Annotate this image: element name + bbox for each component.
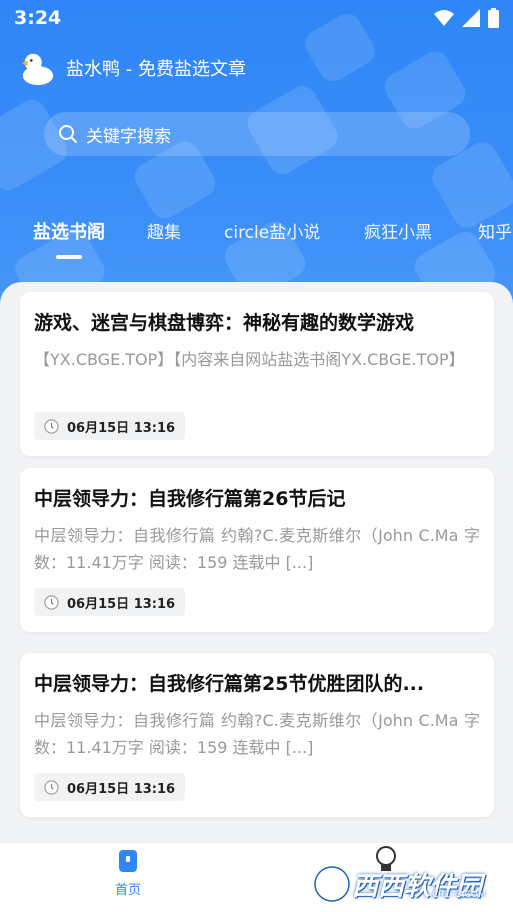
category-tabs: 盐选书阁 趣集 circle盐小说 疯狂小黑 知乎 [0, 210, 513, 260]
article-title: 中层领导力：自我修行篇第26节后记 [34, 488, 346, 510]
article-date-badge: 06月15日 13:16 [34, 588, 186, 616]
home-icon [119, 850, 137, 872]
article-list: 游戏、迷宫与棋盘博弈：神秘有趣的数学游戏 【YX.CBGE.TOP】【内容来自网… [0, 282, 513, 842]
tab-fengkuang-xiaohei[interactable]: 疯狂小黑 [364, 218, 432, 243]
article-title: 游戏、迷宫与棋盘博弈：神秘有趣的数学游戏 [34, 312, 415, 334]
article-card[interactable]: 游戏、迷宫与棋盘博弈：神秘有趣的数学游戏 【YX.CBGE.TOP】【内容来自网… [20, 292, 494, 456]
search-placeholder: 关键字搜索 [86, 126, 171, 147]
article-excerpt: 中层领导力：自我修行篇 约翰?C.麦克斯维尔（John C.Ma 字数：11.4… [34, 711, 480, 757]
duck-logo-icon [21, 53, 54, 86]
article-date: 06月15日 13:16 [67, 781, 176, 797]
article-card[interactable]: 中层领导力：自我修行篇第25节优胜团队的... 中层领导力：自我修行篇 约翰?C… [20, 653, 494, 817]
article-date-badge: 06月15日 13:16 [34, 773, 186, 801]
active-tab-indicator [56, 255, 82, 259]
battery-icon [488, 8, 499, 28]
app-bar: 盐水鸭 - 免费盐选文章 [18, 48, 246, 88]
watermark-sub: CR173.COM [432, 890, 486, 900]
article-card[interactable]: 中层领导力：自我修行篇第26节后记 中层领导力：自我修行篇 约翰?C.麦克斯维尔… [20, 468, 494, 632]
status-bar: 3:24 [0, 0, 513, 36]
article-date: 06月15日 13:16 [67, 596, 176, 612]
nav-home[interactable]: 首页 [98, 849, 158, 898]
tab-yanxuan-shuge[interactable]: 盐选书阁 [33, 218, 105, 244]
signal-icon [462, 9, 480, 27]
article-excerpt: 中层领导力：自我修行篇 约翰?C.麦克斯维尔（John C.Ma 字数：11.4… [34, 526, 480, 572]
search-icon [59, 125, 77, 143]
tab-zhihu[interactable]: 知乎 [478, 218, 512, 243]
watermark: 西西软件园 CR173.COM [312, 862, 502, 906]
article-date-badge: 06月15日 13:16 [34, 412, 186, 440]
clock-icon [44, 779, 59, 795]
tab-circle[interactable]: circle盐小说 [224, 218, 320, 243]
nav-home-label: 首页 [114, 883, 141, 898]
wifi-icon [434, 10, 454, 26]
article-title: 中层领导力：自我修行篇第25节优胜团队的... [34, 673, 425, 695]
article-date: 06月15日 13:16 [67, 420, 176, 436]
search-input[interactable]: 关键字搜索 [44, 112, 470, 156]
article-excerpt: 【YX.CBGE.TOP】【内容来自网站盐选书阁YX.CBGE.TOP】 [34, 350, 465, 369]
status-time: 3:24 [14, 7, 62, 29]
app-title: 盐水鸭 - 免费盐选文章 [66, 59, 246, 80]
watermark-logo-icon [312, 864, 352, 904]
status-icons [434, 8, 499, 28]
clock-icon [44, 594, 59, 610]
clock-icon [44, 418, 59, 434]
tab-quji[interactable]: 趣集 [147, 218, 181, 243]
